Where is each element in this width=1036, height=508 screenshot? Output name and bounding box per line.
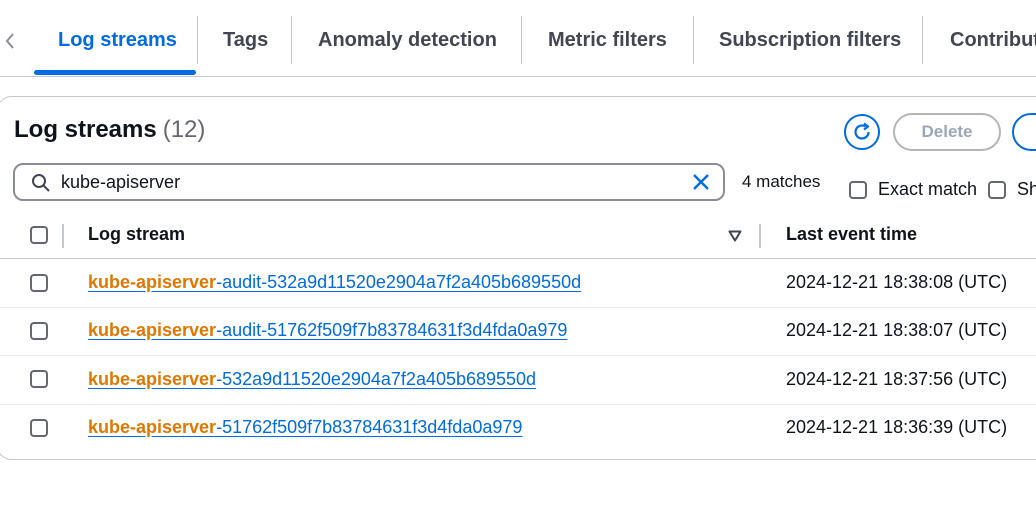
column-divider [759, 224, 761, 248]
row-divider [0, 307, 1036, 308]
exact-match-label: Exact match [878, 179, 978, 199]
log-stream-name: -532a9d11520e2904a7f2a405b689550d [216, 369, 537, 389]
show-expired-checkbox[interactable] [988, 181, 1006, 199]
row-checkbox[interactable] [30, 370, 48, 388]
tab-divider [521, 16, 522, 64]
search-highlight: kube-apiserver [88, 417, 217, 437]
refresh-button[interactable] [844, 114, 880, 150]
tab-divider [922, 16, 923, 64]
column-divider [62, 224, 64, 248]
tab-log-streams[interactable]: Log streams [58, 14, 177, 66]
active-tab-indicator [34, 70, 196, 75]
panel-title: Log streams (12) [14, 116, 205, 144]
row-checkbox[interactable] [30, 419, 48, 437]
log-stream-link[interactable]: kube-apiserver-51762f509f7b83784631f3d4f… [88, 417, 522, 438]
tab-metric-filters[interactable]: Metric filters [548, 14, 667, 66]
search-highlight: kube-apiserver [88, 369, 217, 389]
tab-tags[interactable]: Tags [223, 14, 268, 66]
header-divider [0, 258, 1036, 259]
log-stream-name: -audit-51762f509f7b83784631f3d4fda0a979 [216, 320, 568, 340]
tab-divider [291, 16, 292, 64]
exact-match-checkbox[interactable] [849, 181, 867, 199]
search-highlight: kube-apiserver [88, 272, 217, 292]
clear-icon[interactable] [691, 172, 711, 197]
log-stream-name: -51762f509f7b83784631f3d4fda0a979 [216, 417, 523, 437]
row-divider [0, 355, 1036, 356]
last-event-time: 2024-12-21 18:36:39 (UTC) [786, 417, 1008, 437]
tab-anomaly-detection[interactable]: Anomaly detection [318, 14, 497, 66]
tab-divider [693, 16, 694, 64]
tab-subscription-filters[interactable]: Subscription filters [719, 14, 901, 66]
chevron-left-icon[interactable] [0, 24, 20, 58]
tab-divider [197, 16, 198, 64]
show-expired-label: Sh [1017, 179, 1036, 199]
tab-contributor-insights[interactable]: Contribut [950, 14, 1036, 66]
last-event-time: 2024-12-21 18:38:08 (UTC) [786, 272, 1008, 292]
last-event-time: 2024-12-21 18:38:07 (UTC) [786, 320, 1008, 340]
log-stream-link[interactable]: kube-apiserver-audit-532a9d11520e2904a7f… [88, 272, 581, 293]
search-field[interactable] [13, 163, 725, 201]
last-event-time: 2024-12-21 18:37:56 (UTC) [786, 369, 1008, 389]
search-icon [31, 173, 51, 198]
column-header-log-stream[interactable]: Log stream [88, 224, 185, 245]
tab-bar: Log streams Tags Anomaly detection Metri… [0, 0, 1036, 77]
sort-descending-icon[interactable] [728, 229, 742, 247]
select-all-checkbox[interactable] [30, 226, 48, 244]
log-stream-link[interactable]: kube-apiserver-audit-51762f509f7b8378463… [88, 320, 567, 341]
row-checkbox[interactable] [30, 322, 48, 340]
log-stream-link[interactable]: kube-apiserver-532a9d11520e2904a7f2a405b… [88, 369, 536, 390]
search-input[interactable] [61, 171, 661, 193]
search-highlight: kube-apiserver [88, 320, 217, 340]
match-count: 4 matches [742, 172, 821, 191]
row-divider [0, 404, 1036, 405]
refresh-icon [854, 122, 870, 140]
delete-button[interactable]: Delete [893, 113, 1001, 151]
stream-count: (12) [162, 116, 206, 143]
column-header-last-event-time[interactable]: Last event time [786, 224, 917, 245]
log-stream-name: -audit-532a9d11520e2904a7f2a405b689550d [216, 272, 582, 292]
row-checkbox[interactable] [30, 274, 48, 292]
panel-title-text: Log streams [14, 116, 157, 143]
